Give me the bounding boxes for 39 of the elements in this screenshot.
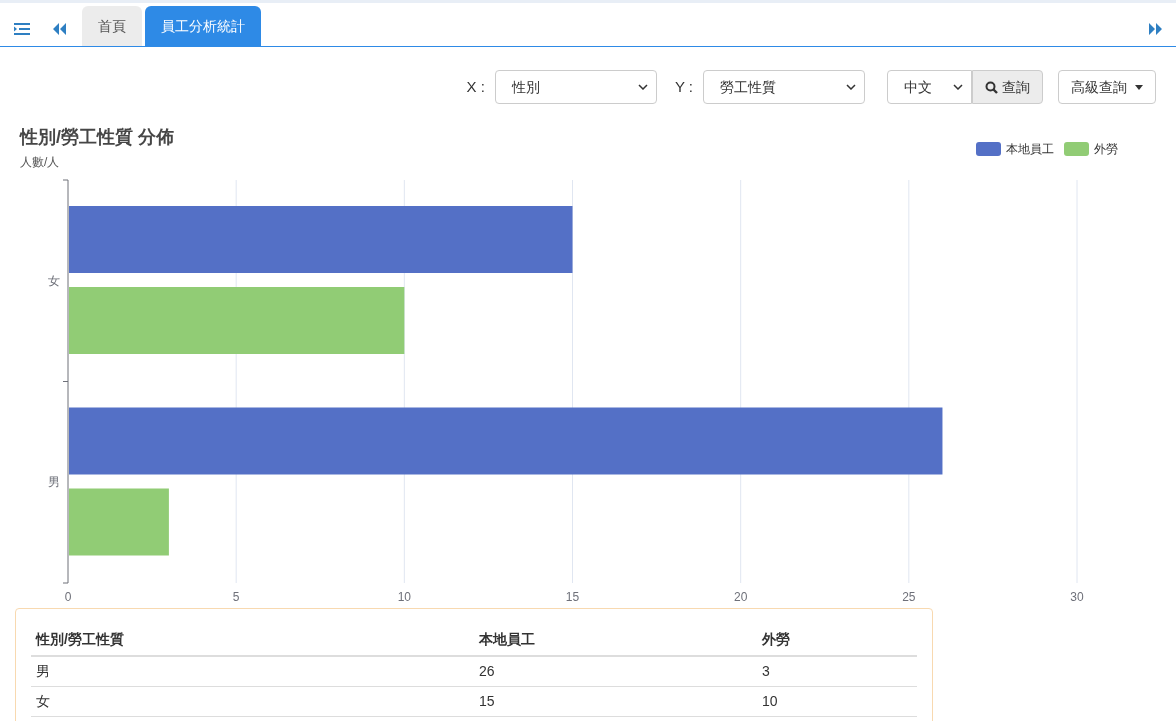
table-cell: 3 — [757, 656, 917, 687]
table-cell: 女 — [31, 686, 474, 717]
search-icon — [985, 80, 998, 94]
tick-label: 15 — [565, 590, 580, 604]
field-label: X : — [466, 76, 485, 97]
menu-icon[interactable] — [14, 23, 30, 35]
tick-label: 30 — [1070, 590, 1084, 604]
advanced-query-button[interactable]: 高級查詢 — [1058, 70, 1156, 104]
scroll-left-icon[interactable] — [53, 23, 66, 35]
chevron-down-icon — [637, 84, 648, 90]
tick-label: 0 — [64, 590, 72, 604]
axis-unit-label: 人數/人 — [20, 154, 61, 171]
query-button[interactable]: 查詢 — [972, 70, 1043, 104]
tab[interactable]: 首頁 — [82, 6, 142, 46]
table-cell: 15 — [474, 686, 757, 717]
table-cell: 26 — [474, 656, 757, 687]
legend-label: 外勞 — [1094, 141, 1118, 158]
tick-label: 5 — [232, 590, 240, 604]
dropdown[interactable]: 性別 — [494, 70, 657, 104]
language-select[interactable]: 中文 — [887, 70, 972, 104]
tick-label: 10 — [397, 590, 411, 604]
chevron-down-icon — [846, 84, 856, 90]
category-label: 女 — [48, 273, 60, 288]
caret-icon — [1135, 84, 1143, 90]
dropdown[interactable]: 勞工性質 — [703, 70, 865, 104]
scroll-right-icon[interactable] — [1149, 23, 1162, 35]
column-header: 性別/勞工性質 — [31, 624, 474, 656]
tick-label: 25 — [902, 590, 916, 604]
table-cell: 男 — [31, 656, 474, 687]
column-header: 外勞 — [757, 624, 917, 656]
table-cell: 10 — [757, 686, 917, 717]
tab[interactable]: 員工分析統計 — [145, 6, 261, 46]
chart-title: 性別/勞工性質 分佈 — [20, 126, 174, 149]
column-header: 本地員工 — [474, 624, 757, 656]
legend-label: 本地員工 — [1006, 141, 1054, 158]
field-label: Y : — [674, 76, 693, 97]
tick-label: 20 — [734, 590, 748, 604]
chevron-down-icon — [953, 84, 963, 90]
category-label: 男 — [48, 475, 60, 490]
